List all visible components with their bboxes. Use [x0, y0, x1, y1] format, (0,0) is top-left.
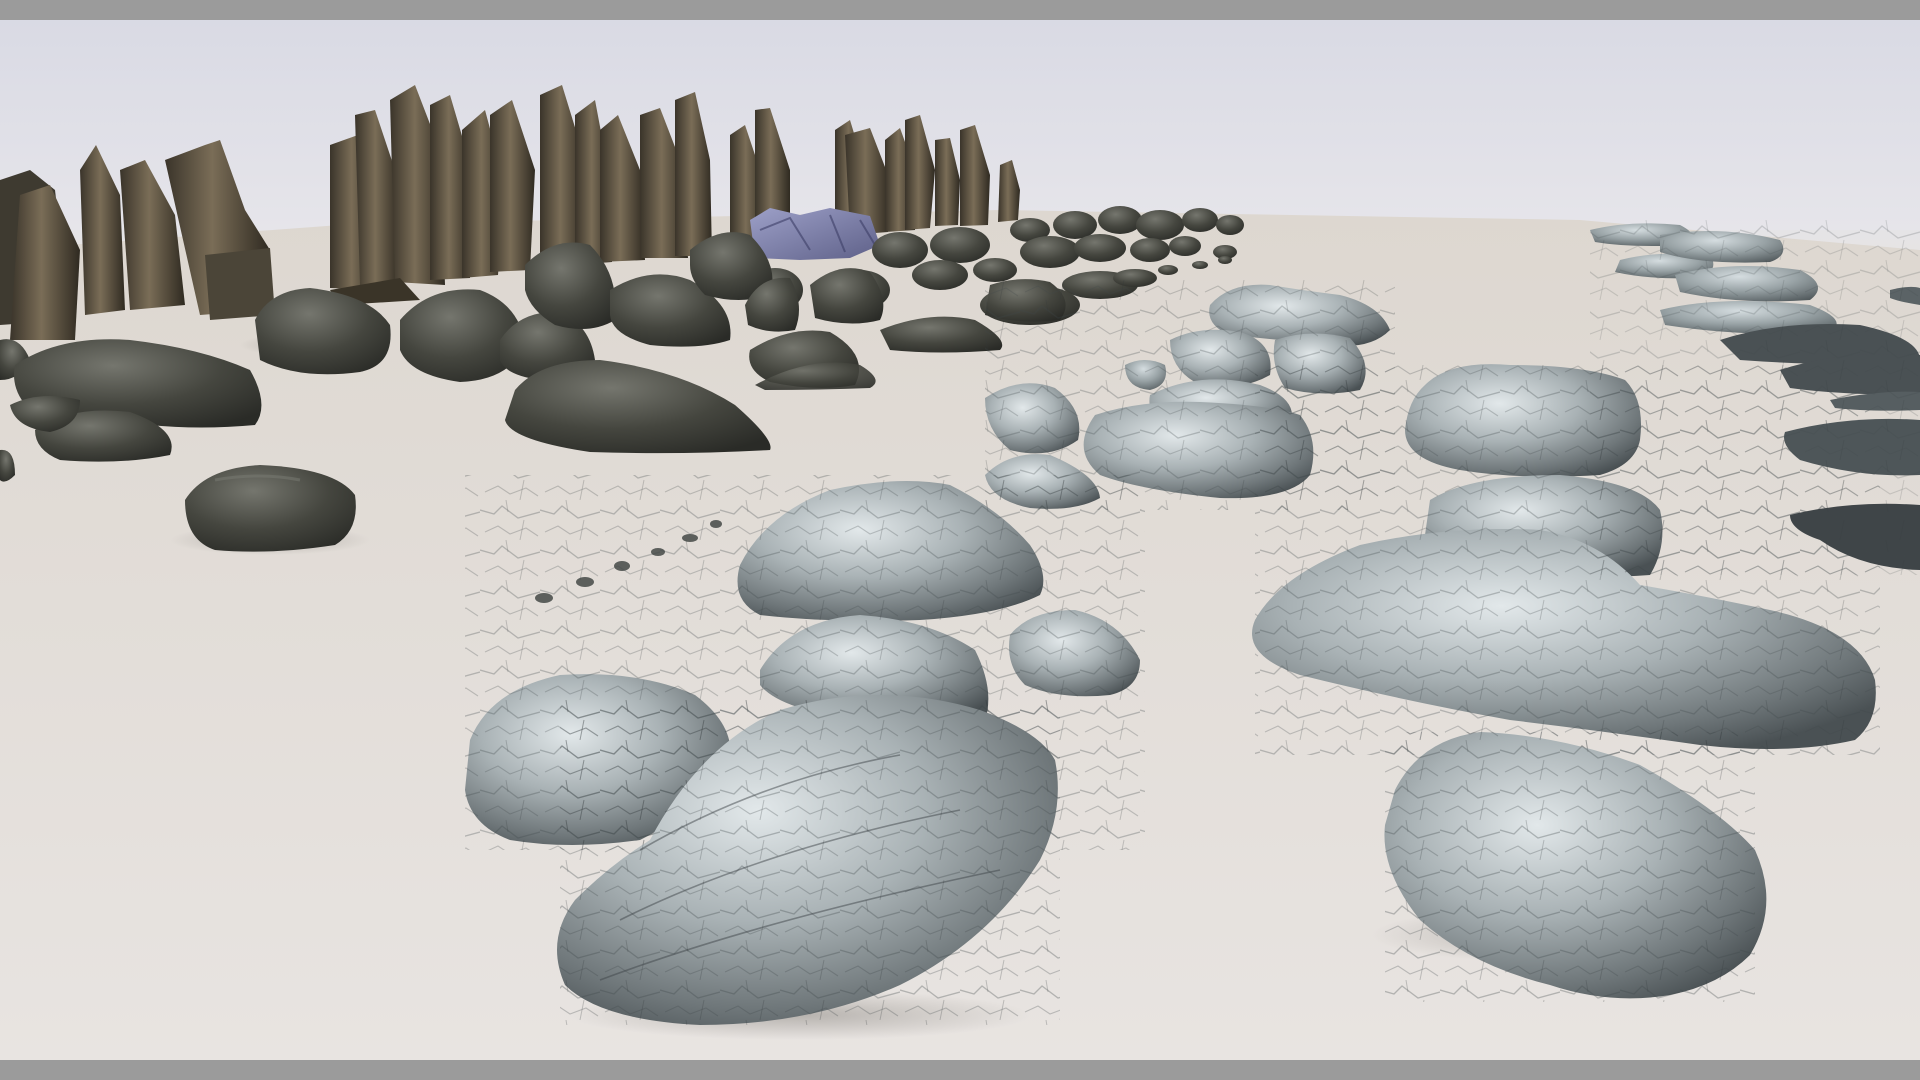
crystal-cluster — [750, 208, 880, 260]
scene-canvas — [0, 20, 1920, 1060]
letterbox-frame — [0, 0, 1920, 1080]
game-viewport[interactable] — [0, 20, 1920, 1060]
granite-rocks-center-front — [465, 475, 1145, 1040]
slate-rocks-far-right — [1590, 220, 1920, 575]
